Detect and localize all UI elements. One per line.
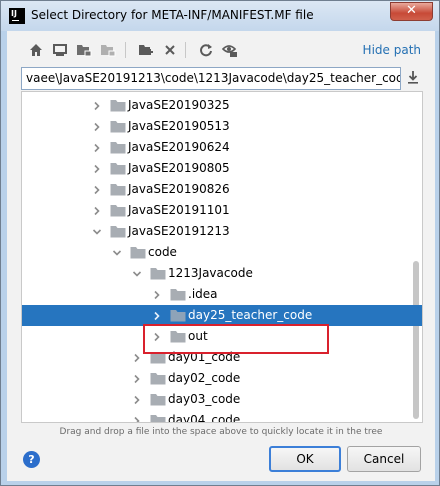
- home-icon[interactable]: [27, 41, 45, 59]
- folder-icon: [110, 141, 126, 154]
- chevron-down-icon[interactable]: [112, 247, 122, 257]
- chevron-right-icon[interactable]: [152, 310, 162, 321]
- chevron-right-icon[interactable]: [132, 352, 142, 363]
- chevron-right-icon[interactable]: [132, 415, 142, 422]
- toolbar-separator: [185, 42, 186, 58]
- tree-row-label: 1213Javacode: [168, 266, 253, 280]
- folder-icon: [130, 246, 146, 259]
- cancel-button[interactable]: Cancel: [347, 446, 421, 472]
- window-title: Select Directory for META-INF/MANIFEST.M…: [31, 8, 314, 22]
- chevron-right-icon[interactable]: [132, 373, 142, 384]
- tree-row-label: JavaSE20190513: [128, 119, 230, 133]
- chevron-right-icon[interactable]: [92, 184, 102, 195]
- chevron-right-icon[interactable]: [92, 121, 102, 132]
- tree-row[interactable]: JavaSE20190513: [22, 116, 422, 137]
- chevron-right-icon[interactable]: [92, 205, 102, 216]
- chevron-down-icon[interactable]: [132, 268, 142, 278]
- tree-row[interactable]: day04_code: [22, 410, 422, 423]
- tree-row[interactable]: day03_code: [22, 389, 422, 410]
- tree-row-label: JavaSE20190826: [128, 182, 230, 196]
- tree-row-label: day04_code: [168, 413, 241, 423]
- folder-icon: [110, 183, 126, 196]
- tree-row[interactable]: JavaSE20190805: [22, 158, 422, 179]
- tree-row-label: day03_code: [168, 392, 241, 406]
- toolbar-separator: [125, 42, 126, 58]
- folder-icon: [150, 267, 166, 280]
- tree-row-label: JavaSE20190805: [128, 161, 230, 175]
- tree-row-label: .idea: [188, 287, 218, 301]
- folder-icon: [150, 372, 166, 385]
- ok-button[interactable]: OK: [269, 446, 341, 472]
- directory-tree[interactable]: JavaSE20190325 JavaSE20190513 JavaSE201906…: [21, 91, 423, 423]
- folder-icon: [110, 204, 126, 217]
- new-folder-icon[interactable]: [137, 41, 155, 59]
- tree-row-label: JavaSE20191101: [128, 203, 230, 217]
- tree-row[interactable]: JavaSE20190826: [22, 179, 422, 200]
- tree-row-label: day25_teacher_code: [188, 308, 313, 322]
- chevron-right-icon[interactable]: [92, 142, 102, 153]
- folder-icon: [150, 393, 166, 406]
- refresh-icon[interactable]: [197, 41, 215, 59]
- chevron-right-icon[interactable]: [92, 100, 102, 111]
- tree-row-label: JavaSE20190325: [128, 98, 230, 112]
- path-row: vaee\JavaSE20191213\code\1213Javacode\da…: [21, 67, 435, 91]
- tree-row[interactable]: code: [22, 242, 422, 263]
- folder-icon: [110, 162, 126, 175]
- tree-row-label: code: [148, 245, 177, 259]
- help-button[interactable]: ?: [23, 451, 40, 468]
- tree-row[interactable]: .idea: [22, 284, 422, 305]
- tree-row-label: day02_code: [168, 371, 241, 385]
- tree-row[interactable]: JavaSE20191213: [22, 221, 422, 242]
- dialog-content: Hide path vaee\JavaSE20191213\code\1213J…: [7, 31, 435, 481]
- highlight-box: [143, 324, 329, 354]
- title-bar[interactable]: IJ Select Directory for META-INF/MANIFES…: [1, 1, 439, 31]
- desktop-icon[interactable]: [51, 41, 69, 59]
- drag-drop-hint: Drag and drop a file into the space abov…: [59, 427, 383, 437]
- show-hidden-icon[interactable]: [221, 41, 239, 59]
- close-button[interactable]: ✕: [390, 2, 433, 21]
- tree-row[interactable]: JavaSE20190624: [22, 137, 422, 158]
- dialog-window: IJ Select Directory for META-INF/MANIFES…: [0, 0, 440, 486]
- chevron-down-icon[interactable]: [92, 226, 102, 236]
- tree-row-label: JavaSE20190624: [128, 140, 230, 154]
- chevron-right-icon[interactable]: [132, 394, 142, 405]
- folder-icon: [110, 99, 126, 112]
- folder-icon: [110, 120, 126, 133]
- delete-icon[interactable]: [161, 41, 179, 59]
- module-icon[interactable]: [99, 41, 117, 59]
- tree-row-label: JavaSE20191213: [128, 224, 230, 238]
- tree-row[interactable]: 1213Javacode: [22, 263, 422, 284]
- path-input[interactable]: vaee\JavaSE20191213\code\1213Javacode\da…: [21, 67, 401, 90]
- tree-row[interactable]: day02_code: [22, 368, 422, 389]
- folder-icon: [170, 309, 186, 322]
- project-icon[interactable]: [75, 41, 93, 59]
- folder-icon: [110, 225, 126, 238]
- tree-row[interactable]: JavaSE20191101: [22, 200, 422, 221]
- download-icon[interactable]: [407, 70, 423, 88]
- chevron-right-icon[interactable]: [92, 163, 102, 174]
- hide-path-link[interactable]: Hide path: [363, 43, 421, 57]
- toolbar: Hide path: [7, 39, 435, 63]
- intellij-app-icon: IJ: [9, 8, 25, 24]
- folder-icon: [170, 288, 186, 301]
- tree-row[interactable]: day25_teacher_code: [22, 305, 422, 326]
- chevron-right-icon[interactable]: [152, 289, 162, 300]
- tree-row[interactable]: JavaSE20190325: [22, 95, 422, 116]
- folder-icon: [150, 414, 166, 422]
